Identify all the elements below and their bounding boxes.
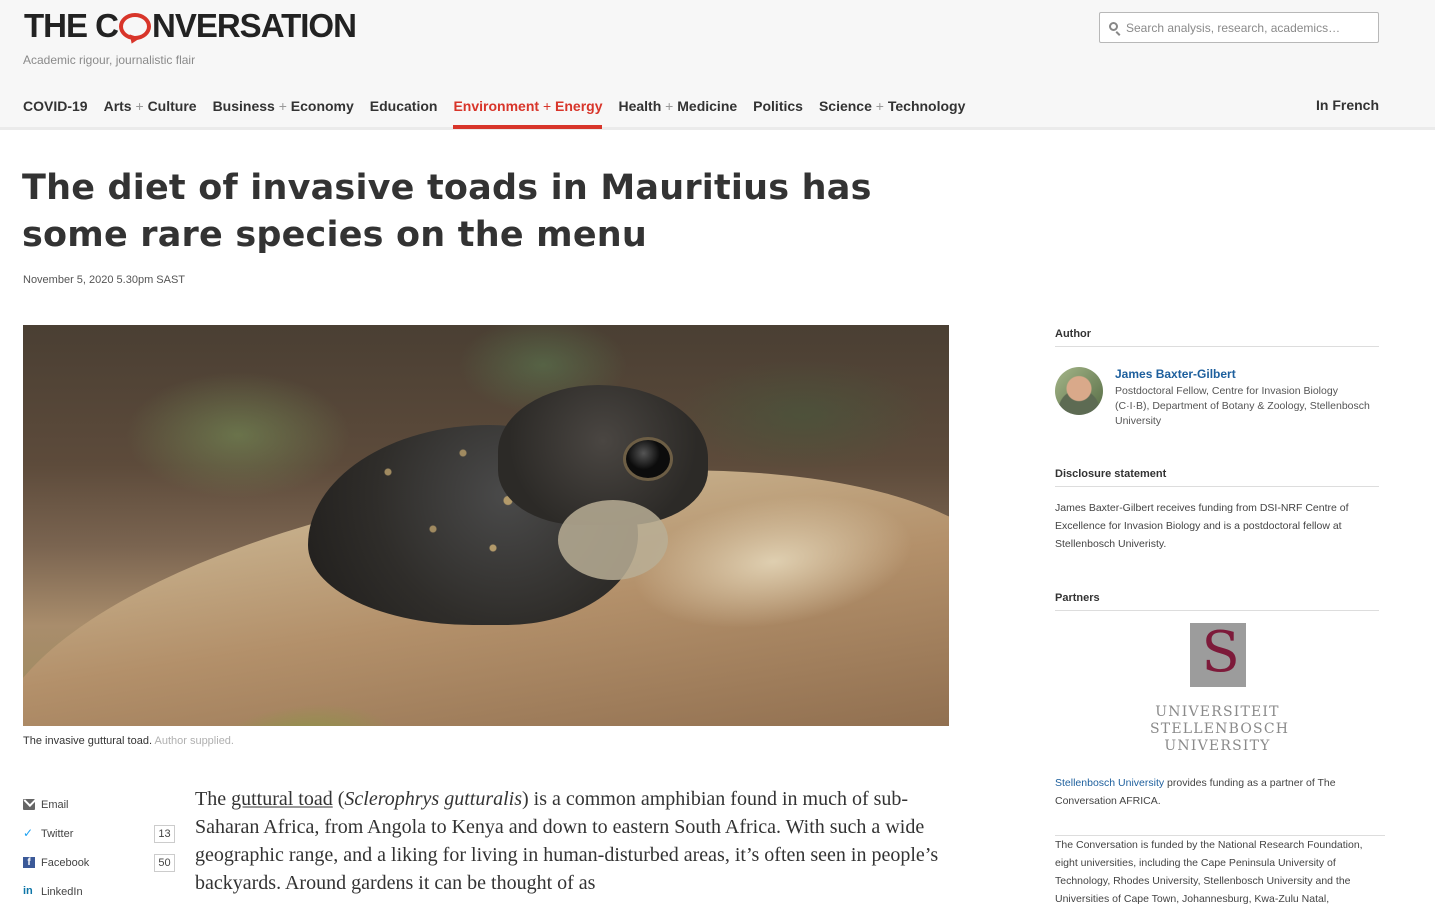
in-french-link[interactable]: In French <box>1316 97 1379 113</box>
author-heading: Author <box>1055 328 1379 347</box>
disclosure-heading: Disclosure statement <box>1055 468 1379 487</box>
share-email-button[interactable]: Email <box>23 790 175 819</box>
image-caption: The invasive guttural toad. Author suppl… <box>23 735 234 747</box>
author-avatar[interactable] <box>1055 367 1103 415</box>
article-body: The guttural toad (Sclerophrys gutturali… <box>195 788 939 894</box>
partner-text: Stellenbosch University provides funding… <box>1055 777 1336 807</box>
share-panel: Email ✓ Twitter 13 f Facebook 50 in LinkedIn <box>23 790 175 906</box>
university-crest-icon: S <box>1189 621 1246 687</box>
site-tagline: Academic rigour, journalistic flair <box>23 53 196 67</box>
search-box[interactable] <box>1099 12 1379 43</box>
twitter-icon: ✓ <box>23 826 34 840</box>
nav-item-covid19[interactable]: COVID-19 <box>23 97 88 129</box>
twitter-count: 13 <box>154 824 175 843</box>
nav-item-arts-culture[interactable]: Arts + Culture <box>104 97 197 129</box>
nav-item-politics[interactable]: Politics <box>753 97 803 129</box>
hero-image[interactable] <box>23 325 949 726</box>
linkedin-icon: in <box>23 885 33 897</box>
share-linkedin-button[interactable]: in LinkedIn <box>23 877 175 906</box>
nav-item-science-technology[interactable]: Science + Technology <box>819 97 965 129</box>
logo-text-end: NVERSATION <box>152 7 357 44</box>
image-credit: Author supplied. <box>154 735 234 747</box>
main-nav: COVID-19 Arts + Culture Business + Econo… <box>23 97 981 129</box>
nav-item-education[interactable]: Education <box>370 97 438 129</box>
author-name-link[interactable]: James Baxter-Gilbert <box>1115 367 1236 381</box>
email-icon <box>23 799 35 810</box>
disclosure-text: James Baxter-Gilbert receives funding fr… <box>1055 502 1349 550</box>
logo-speech-bubble-icon <box>119 13 151 40</box>
partner-link[interactable]: Stellenbosch University <box>1055 777 1164 789</box>
stellenbosch-logo[interactable]: S UNIVERSITEIT STELLENBOSCH UNIVERSITY <box>1150 621 1290 755</box>
university-wordmark: UNIVERSITEIT STELLENBOSCH UNIVERSITY <box>1150 704 1290 754</box>
nav-item-environment-energy[interactable]: Environment + Energy <box>453 97 603 129</box>
author-role: Postdoctoral Fellow, Centre for Invasion… <box>1115 385 1370 427</box>
site-header: THE C NVERSATION Academic rigour, journal… <box>0 0 1435 130</box>
guttural-toad-link[interactable]: guttural toad <box>231 788 333 810</box>
article-date: November 5, 2020 5.30pm SAST <box>23 274 186 286</box>
nav-item-business-economy[interactable]: Business + Economy <box>213 97 354 129</box>
facebook-count: 50 <box>154 853 175 872</box>
site-logo[interactable]: THE C NVERSATION <box>24 6 357 46</box>
funding-text: The Conversation is funded by the Nation… <box>1055 835 1385 907</box>
search-icon[interactable] <box>1109 22 1118 31</box>
hero-toad <box>308 385 708 625</box>
partners-heading: Partners <box>1055 592 1379 611</box>
share-facebook-button[interactable]: f Facebook 50 <box>23 848 175 877</box>
nav-item-health-medicine[interactable]: Health + Medicine <box>618 97 737 129</box>
search-input[interactable] <box>1126 18 1371 38</box>
facebook-icon: f <box>23 857 35 868</box>
logo-text-start: THE C <box>24 7 119 44</box>
share-twitter-button[interactable]: ✓ Twitter 13 <box>23 819 175 848</box>
article-headline: The diet of invasive toads in Mauritius … <box>22 168 872 255</box>
